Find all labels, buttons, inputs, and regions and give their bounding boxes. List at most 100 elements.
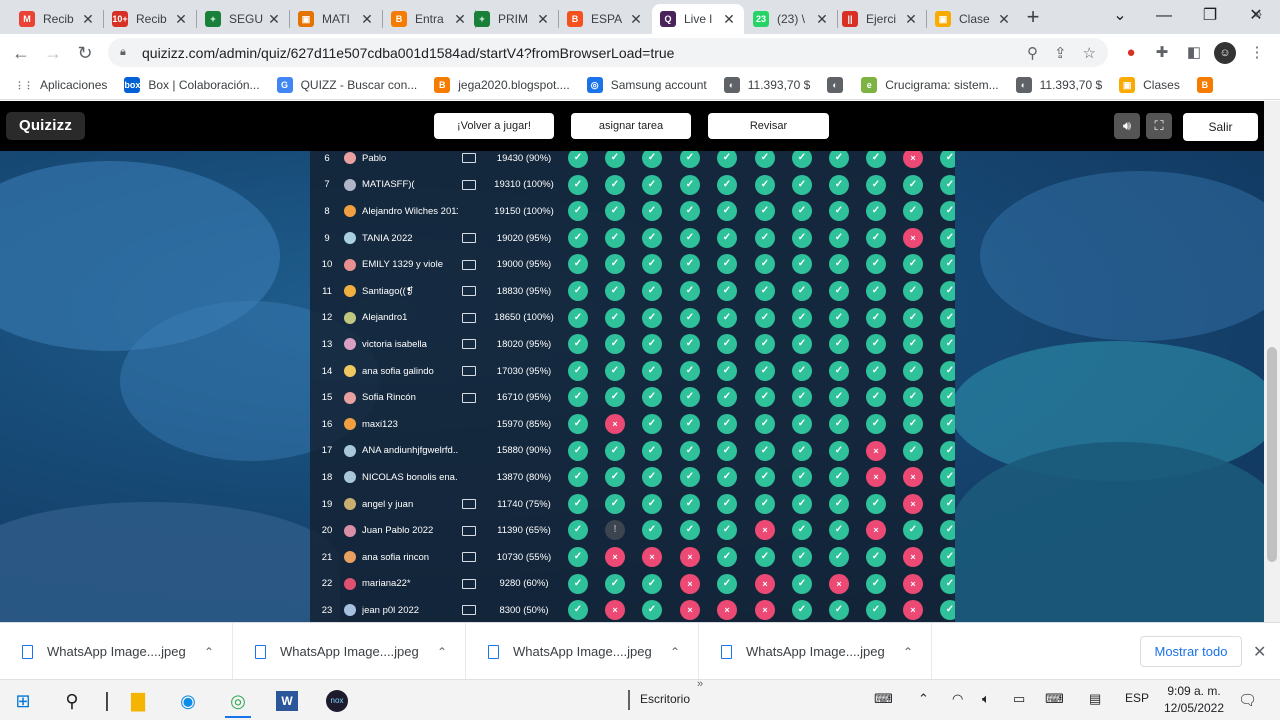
correct-answer-icon[interactable]: ✓ — [755, 151, 775, 168]
correct-answer-icon[interactable]: ✓ — [940, 414, 955, 434]
correct-answer-icon[interactable]: ✓ — [792, 493, 812, 514]
chevron-up-icon[interactable]: ⌃ — [437, 645, 447, 659]
sound-icon[interactable]: 🔊︎ — [1114, 113, 1140, 139]
mail-icon[interactable] — [462, 499, 476, 510]
correct-answer-icon[interactable]: ✓ — [866, 254, 886, 275]
close-tab-icon[interactable]: ✕ — [453, 11, 467, 28]
player-row[interactable]: 9 TANIA 2022 19020 (95%) ✓ ✓ ✓ ✓ ✓ ✓ ✓ ✓ ✓ × ✓ — [310, 225, 955, 252]
player-row[interactable]: 16 maxi123 15970 (85%) ✓ × ✓ ✓ ✓ ✓ ✓ ✓ ✓ ✓ ✓ — [310, 411, 955, 438]
wifi-icon[interactable]: ◠ — [952, 691, 963, 707]
share-icon[interactable]: ⇪ — [1054, 44, 1067, 62]
correct-answer-icon[interactable]: ✓ — [642, 201, 662, 222]
browser-tab[interactable]: B Entra ✕ — [383, 4, 475, 34]
display-icon[interactable]: ▤ — [1089, 691, 1101, 707]
correct-answer-icon[interactable]: ✓ — [792, 387, 812, 408]
correct-answer-icon[interactable]: ✓ — [717, 227, 737, 248]
incorrect-answer-icon[interactable]: × — [829, 573, 849, 594]
correct-answer-icon[interactable]: ✓ — [940, 307, 955, 328]
correct-answer-icon[interactable]: ✓ — [717, 151, 737, 168]
zoom-search-icon[interactable]: ⚲ — [1027, 44, 1038, 62]
mail-icon[interactable] — [462, 179, 476, 190]
correct-answer-icon[interactable]: ✓ — [866, 151, 886, 168]
correct-answer-icon[interactable]: ✓ — [568, 174, 588, 195]
bookmark-item[interactable]: Bjega2020.blogspot.... — [434, 77, 570, 93]
correct-answer-icon[interactable]: ✓ — [755, 254, 775, 275]
search-icon[interactable]: ⚲ — [55, 684, 89, 718]
correct-answer-icon[interactable]: ✓ — [568, 547, 588, 567]
correct-answer-icon[interactable]: ✓ — [605, 307, 625, 328]
download-item[interactable]: WhatsApp Image....jpeg ⌃ — [699, 623, 932, 680]
bookmark-item[interactable]: ⋮⋮ Aplicaciones — [15, 77, 107, 93]
correct-answer-icon[interactable]: ✓ — [755, 493, 775, 514]
correct-answer-icon[interactable]: ✓ — [642, 493, 662, 514]
correct-answer-icon[interactable]: ✓ — [940, 520, 955, 541]
correct-answer-icon[interactable]: ✓ — [642, 414, 662, 434]
correct-answer-icon[interactable]: ✓ — [792, 174, 812, 195]
minimize-icon[interactable]: — — [1141, 4, 1187, 28]
correct-answer-icon[interactable]: ✓ — [680, 387, 700, 408]
correct-answer-icon[interactable]: ✓ — [568, 307, 588, 328]
correct-answer-icon[interactable]: ✓ — [829, 414, 849, 434]
correct-answer-icon[interactable]: ✓ — [680, 360, 700, 381]
correct-answer-icon[interactable]: ✓ — [680, 201, 700, 222]
correct-answer-icon[interactable]: ✓ — [755, 440, 775, 461]
correct-answer-icon[interactable]: ✓ — [940, 227, 955, 248]
correct-answer-icon[interactable]: ✓ — [940, 174, 955, 195]
incorrect-answer-icon[interactable]: × — [680, 547, 700, 567]
incorrect-answer-icon[interactable]: × — [605, 600, 625, 621]
bookmark-item[interactable]: ◎ Samsung account — [586, 77, 707, 93]
player-row[interactable]: 18 NICOLAS bonolis ena... 13870 (80%) ✓ ✓ ✓ ✓ ✓… — [310, 464, 955, 491]
incorrect-answer-icon[interactable]: × — [755, 600, 775, 621]
correct-answer-icon[interactable]: ✓ — [792, 440, 812, 461]
correct-answer-icon[interactable]: ✓ — [717, 414, 737, 434]
correct-answer-icon[interactable]: ✓ — [792, 600, 812, 621]
chevron-up-icon[interactable]: ⌃ — [903, 645, 913, 659]
correct-answer-icon[interactable]: ✓ — [568, 467, 588, 488]
correct-answer-icon[interactable]: ✓ — [605, 227, 625, 248]
correct-answer-icon[interactable]: ✓ — [829, 467, 849, 488]
incorrect-answer-icon[interactable]: × — [642, 547, 662, 567]
task-view-icon[interactable]: | — [90, 684, 124, 718]
mail-icon[interactable] — [462, 552, 476, 563]
mail-icon[interactable] — [462, 366, 476, 377]
correct-answer-icon[interactable]: ✓ — [792, 467, 812, 488]
correct-answer-icon[interactable]: ✓ — [866, 387, 886, 408]
correct-answer-icon[interactable]: ✓ — [605, 201, 625, 222]
mail-icon[interactable] — [462, 286, 476, 297]
correct-answer-icon[interactable]: ✓ — [903, 174, 923, 195]
correct-answer-icon[interactable]: ✓ — [829, 281, 849, 301]
close-tab-icon[interactable]: ✕ — [629, 11, 643, 28]
correct-answer-icon[interactable]: ✓ — [940, 467, 955, 488]
correct-answer-icon[interactable]: ✓ — [866, 360, 886, 381]
correct-answer-icon[interactable]: ✓ — [605, 281, 625, 301]
correct-answer-icon[interactable]: ✓ — [829, 440, 849, 461]
correct-answer-icon[interactable]: ✓ — [717, 520, 737, 541]
correct-answer-icon[interactable]: ✓ — [642, 387, 662, 408]
correct-answer-icon[interactable]: ✓ — [940, 360, 955, 381]
mail-icon[interactable] — [462, 605, 476, 616]
mail-icon[interactable] — [462, 525, 476, 536]
correct-answer-icon[interactable]: ✓ — [605, 387, 625, 408]
correct-answer-icon[interactable]: ✓ — [792, 254, 812, 275]
mail-icon[interactable] — [462, 312, 476, 323]
correct-answer-icon[interactable]: ✓ — [755, 174, 775, 195]
correct-answer-icon[interactable]: ✓ — [829, 600, 849, 621]
correct-answer-icon[interactable]: ✓ — [755, 414, 775, 434]
correct-answer-icon[interactable]: ✓ — [903, 334, 923, 355]
correct-answer-icon[interactable]: ✓ — [717, 307, 737, 328]
correct-answer-icon[interactable]: ✓ — [903, 360, 923, 381]
correct-answer-icon[interactable]: ✓ — [829, 227, 849, 248]
review-button[interactable]: Revisar — [708, 113, 829, 139]
correct-answer-icon[interactable]: ✓ — [680, 227, 700, 248]
correct-answer-icon[interactable]: ✓ — [717, 360, 737, 381]
player-row[interactable]: 6 Pablo 19430 (90%) ✓ ✓ ✓ ✓ ✓ ✓ ✓ ✓ ✓ × ✓ — [310, 151, 955, 172]
correct-answer-icon[interactable]: ✓ — [680, 281, 700, 301]
correct-answer-icon[interactable]: ✓ — [792, 334, 812, 355]
correct-answer-icon[interactable]: ✓ — [680, 151, 700, 168]
correct-answer-icon[interactable]: ✓ — [792, 520, 812, 541]
close-tab-icon[interactable]: ✕ — [536, 11, 550, 28]
correct-answer-icon[interactable]: ✓ — [792, 281, 812, 301]
correct-answer-icon[interactable]: ✓ — [755, 360, 775, 381]
correct-answer-icon[interactable]: ✓ — [568, 227, 588, 248]
play-again-button[interactable]: ¡Volver a jugar! — [434, 113, 554, 139]
